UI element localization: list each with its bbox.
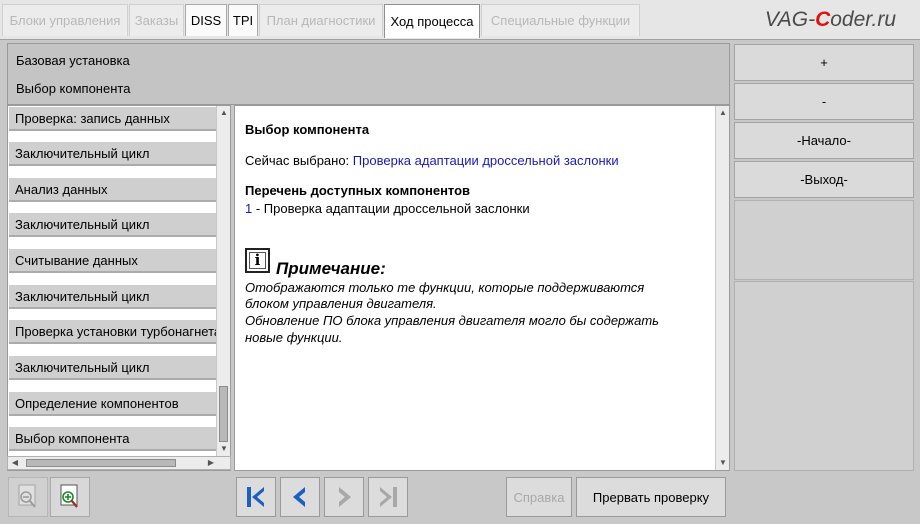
tab-diagnostic-plan: План диагностики — [259, 4, 383, 36]
right-empty-area-lower — [734, 281, 914, 471]
zoom-out-button — [8, 477, 48, 517]
skip-last-icon — [380, 487, 397, 507]
step-item[interactable]: Заключительный цикл — [9, 285, 217, 309]
previous-step-button[interactable] — [280, 477, 320, 517]
current-selection: Сейчас выбрано: Проверка адаптации дросс… — [245, 153, 619, 168]
zoom-in-icon — [60, 484, 78, 508]
scroll-left-icon[interactable]: ◀ — [8, 457, 22, 469]
skip-first-icon — [247, 487, 264, 507]
step-item[interactable]: Определение компонентов — [9, 392, 217, 416]
scroll-down-icon[interactable]: ▼ — [217, 443, 230, 455]
minus-button[interactable]: - — [734, 83, 914, 120]
note-line: Отображаются только те функции, которые … — [245, 280, 645, 295]
step-list[interactable]: Проверка: запись данных Заключительный ц… — [7, 105, 231, 471]
component-list-item[interactable]: 1 - Проверка адаптации дроссельной засло… — [245, 201, 530, 216]
step-item[interactable]: Анализ данных — [9, 178, 217, 202]
abort-test-button[interactable]: Прервать проверку — [576, 477, 726, 517]
watermark-accent: C — [815, 8, 831, 31]
step-item[interactable]: Считывание данных — [9, 249, 217, 273]
exit-button[interactable]: -Выход- — [734, 161, 914, 198]
tab-tpi[interactable]: TPI — [228, 4, 258, 36]
zoom-in-button[interactable] — [50, 477, 90, 517]
current-selection-label: Сейчас выбрано: — [245, 153, 353, 168]
tab-control-units: Блоки управления — [2, 4, 128, 36]
header-step: Выбор компонента — [16, 81, 131, 96]
step-list-vscroll-thumb[interactable] — [219, 386, 228, 442]
step-list-vscroll[interactable]: ▲ ▼ — [216, 106, 230, 456]
note-line: новые функции. — [245, 330, 343, 345]
help-button: Справка — [506, 477, 572, 517]
header-mode: Базовая установка — [16, 53, 130, 68]
scroll-down-icon[interactable]: ▼ — [716, 457, 729, 469]
first-step-button[interactable] — [236, 477, 276, 517]
step-item[interactable]: Проверка установки турбонагнетателя — [9, 320, 217, 344]
tab-process[interactable]: Ход процесса — [384, 4, 480, 38]
note-title: Примечание: — [276, 259, 386, 278]
tab-bar: Блоки управления Заказы DISS TPI План ди… — [0, 0, 920, 40]
step-item[interactable]: Заключительный цикл — [9, 142, 217, 166]
tab-special-functions: Специальные функции — [481, 4, 640, 36]
step-item[interactable]: Заключительный цикл — [9, 213, 217, 237]
watermark-suffix: oder.ru — [830, 8, 896, 31]
note-line: блоком управления двигателя. — [245, 296, 437, 311]
bottom-toolbar — [0, 474, 920, 524]
content-title: Выбор компонента — [245, 122, 370, 137]
last-step-button — [368, 477, 408, 517]
start-button[interactable]: -Начало- — [734, 122, 914, 159]
scroll-up-icon[interactable]: ▲ — [716, 107, 729, 119]
next-step-button — [324, 477, 364, 517]
zoom-out-icon — [18, 484, 36, 508]
scroll-up-icon[interactable]: ▲ — [217, 107, 230, 119]
step-item[interactable]: Проверка: запись данных — [9, 107, 217, 131]
content-vscroll[interactable]: ▲ ▼ — [715, 106, 729, 470]
info-icon: i — [245, 248, 270, 273]
watermark-prefix: VAG- — [764, 8, 816, 31]
current-selection-value[interactable]: Проверка адаптации дроссельной заслонки — [353, 153, 619, 168]
header-panel: Базовая установка Выбор компонента — [7, 43, 730, 105]
plus-button[interactable]: + — [734, 44, 914, 81]
watermark-logo: VAG-Coder.ru — [765, 8, 896, 32]
tab-diss[interactable]: DISS — [185, 4, 227, 36]
step-item[interactable]: Заключительный цикл — [9, 356, 217, 380]
right-empty-area — [734, 200, 914, 280]
info-icon-letter: i — [249, 252, 266, 269]
content-pane: Выбор компонента Сейчас выбрано: Проверк… — [234, 105, 730, 471]
step-item-current[interactable]: Выбор компонента — [9, 427, 217, 451]
component-item-text: - Проверка адаптации дроссельной заслонк… — [252, 201, 530, 216]
note-line: Обновление ПО блока управления двигателя… — [245, 313, 659, 328]
scroll-right-icon[interactable]: ▶ — [204, 457, 218, 469]
component-list-title: Перечень доступных компонентов — [245, 183, 471, 198]
step-list-hscroll-thumb[interactable] — [26, 459, 176, 467]
tab-orders: Заказы — [129, 4, 184, 36]
step-list-hscroll[interactable]: ◀ ▶ — [7, 456, 231, 470]
chevron-right-icon — [339, 487, 351, 507]
chevron-left-icon — [293, 487, 305, 507]
